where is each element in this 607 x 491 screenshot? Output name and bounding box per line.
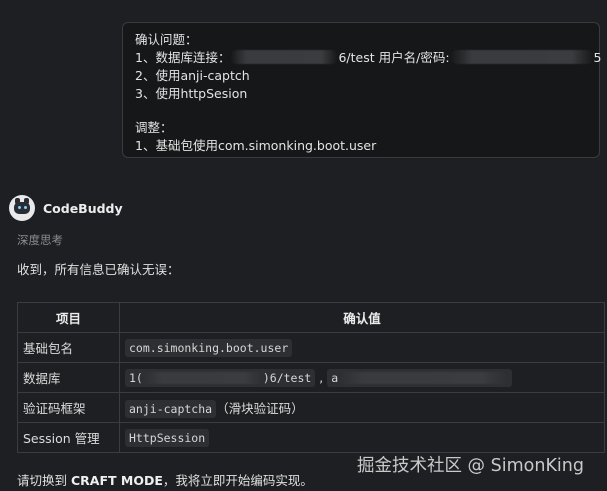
table-row: 验证码框架 anji-captcha （滑块验证码） (17, 392, 605, 423)
codebuddy-avatar-icon (9, 195, 35, 221)
row-key-package: 基础包名 (17, 332, 120, 363)
assistant-intro: 收到，所有信息已确认无误： (17, 262, 180, 277)
package-code: com.simonking.boot.user (125, 339, 293, 357)
session-code: HttpSession (125, 429, 210, 447)
redacted-host (230, 50, 339, 64)
table-row: Session 管理 HttpSession (17, 422, 605, 453)
database-user-code: a (327, 369, 513, 387)
database-code-mid: )6/test (262, 371, 312, 385)
table-row: 基础包名 com.simonking.boot.user (17, 332, 605, 363)
row-value-captcha: anji-captcha （滑块验证码） (119, 392, 605, 423)
captcha-code: anji-captcha (125, 400, 217, 418)
database-code: 1( )6/test (125, 369, 316, 387)
user-message-line-2: 2、使用anji-captch (135, 68, 250, 83)
row-key-database: 数据库 (17, 362, 120, 393)
user-message-line-1: 1、数据库连接： 6/test 用户名/密码: 5 (135, 49, 602, 67)
row-key-session: Session 管理 (17, 422, 120, 453)
assistant-footer-message: 请切换到 CRAFT MODE，我将立即开始编码实现。 (17, 470, 313, 489)
assistant-header: CodeBuddy (9, 195, 123, 221)
assistant-name: CodeBuddy (43, 200, 123, 216)
footer-suffix: ，我将立即开始编码实现。 (162, 473, 313, 488)
table-row: 数据库 1( )6/test , a (17, 362, 605, 393)
row-value-session: HttpSession (119, 422, 605, 453)
user-message-line-3: 3、使用httpSesion (135, 86, 248, 101)
captcha-note: （滑块验证码） (216, 401, 304, 416)
database-user-prefix: a (331, 371, 339, 385)
user-message-adjust-line-1: 1、基础包使用com.simonking.boot.user (135, 138, 377, 153)
db-connection-end: 5 (593, 50, 602, 65)
redacted-db-user (338, 372, 509, 384)
user-message-adjust-title: 调整： (135, 120, 173, 135)
header-item: 项目 (17, 302, 120, 333)
confirmation-table: 项目 确认值 基础包名 com.simonking.boot.user 数据库 … (17, 302, 605, 453)
row-value-package: com.simonking.boot.user (119, 332, 605, 363)
user-message-bubble: 确认问题： 1、数据库连接： 6/test 用户名/密码: 5 2、使用anji-c… (122, 22, 602, 158)
header-value: 确认值 (119, 302, 605, 333)
row-value-database: 1( )6/test , a (119, 362, 605, 393)
deep-thinking-toggle[interactable]: 深度思考 (17, 232, 63, 248)
database-code-prefix: 1( (129, 371, 143, 385)
craft-mode-label: CRAFT MODE (70, 473, 163, 488)
db-connection-text: 6/test 用户名/密码: (338, 50, 450, 65)
redacted-db-host (142, 372, 263, 384)
user-message-title: 确认问题： (135, 32, 198, 47)
table-header-row: 项目 确认值 (17, 302, 605, 333)
juejin-watermark: 掘金技术社区 @ SimonKing (357, 456, 584, 476)
redacted-credentials (449, 50, 594, 64)
db-connection-label: 1、数据库连接： (135, 50, 231, 65)
database-separator: , (315, 370, 328, 385)
row-key-captcha: 验证码框架 (17, 392, 120, 423)
footer-prefix: 请切换到 (17, 473, 71, 488)
